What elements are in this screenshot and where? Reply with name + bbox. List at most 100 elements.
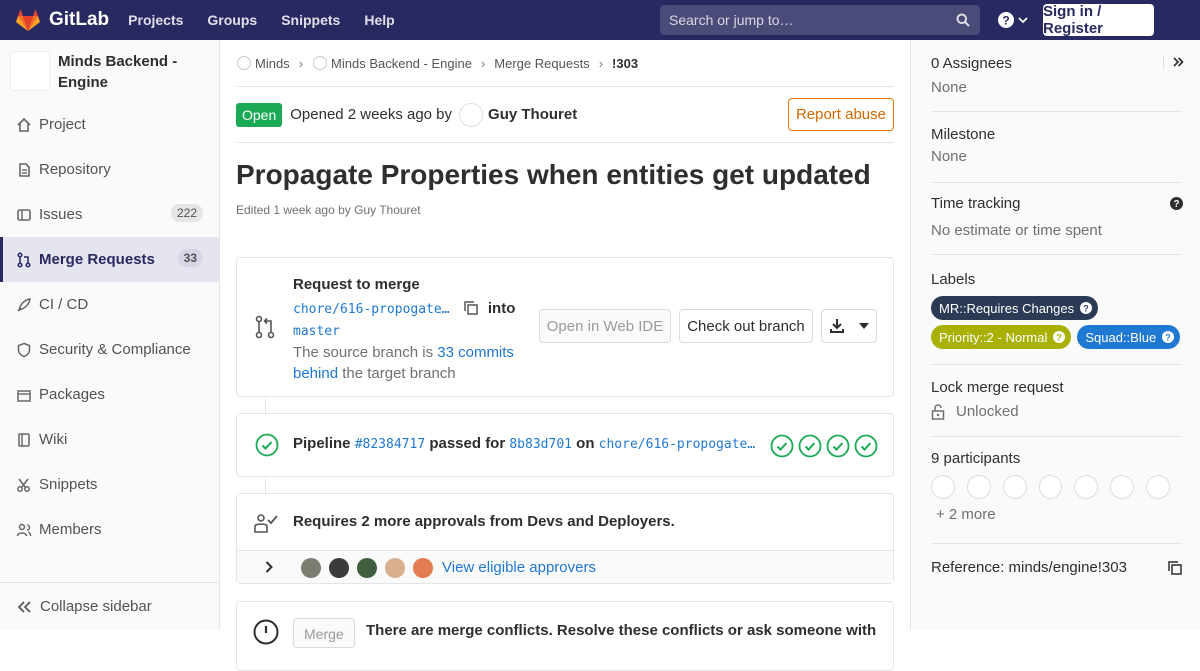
participant-avatar[interactable] bbox=[1038, 475, 1063, 499]
approver-avatar[interactable] bbox=[301, 558, 321, 578]
pipeline-branch-link[interactable]: chore/616-propogate… bbox=[599, 437, 756, 452]
nav-help[interactable]: Help bbox=[364, 12, 394, 28]
participant-avatar[interactable] bbox=[966, 475, 991, 499]
stage-success-icon[interactable] bbox=[826, 434, 850, 458]
sidebar-item-project[interactable]: Project bbox=[0, 102, 219, 147]
nav-groups[interactable]: Groups bbox=[207, 12, 257, 28]
book-icon bbox=[18, 433, 30, 447]
sign-in-button[interactable]: Sign in / Register bbox=[1043, 3, 1154, 37]
label-pill[interactable]: MR::Requires Changes? bbox=[931, 296, 1099, 320]
target-branch-link[interactable]: master bbox=[293, 324, 340, 339]
time-tracking-block: Time tracking No estimate or time spent … bbox=[931, 195, 1183, 255]
labels-list: MR::Requires Changes? bbox=[931, 296, 1182, 320]
sidebar-item-wiki[interactable]: Wiki bbox=[0, 417, 219, 462]
sidebar-item-members[interactable]: Members bbox=[0, 507, 219, 552]
download-icon bbox=[830, 319, 844, 333]
view-eligible-approvers-link[interactable]: View eligible approvers bbox=[442, 559, 596, 576]
label-pill[interactable]: Priority::2 - Normal? bbox=[931, 325, 1072, 349]
copy-icon[interactable] bbox=[1168, 561, 1182, 575]
commit-sha-link[interactable]: 8b83d701 bbox=[509, 437, 572, 452]
search-input[interactable]: Search or jump to… bbox=[660, 5, 980, 35]
search-placeholder: Search or jump to… bbox=[669, 12, 794, 28]
project-header[interactable]: Minds Backend - Engine bbox=[0, 40, 219, 102]
pipeline-label: Pipeline bbox=[293, 435, 351, 452]
breadcrumb-mr-id[interactable]: !303 bbox=[612, 56, 638, 71]
participant-avatar[interactable] bbox=[1110, 475, 1135, 499]
approver-avatar[interactable] bbox=[329, 558, 349, 578]
sidebar-item-label: Wiki bbox=[39, 431, 68, 448]
status-success-icon[interactable] bbox=[255, 433, 279, 457]
download-dropdown[interactable] bbox=[821, 309, 877, 343]
svg-text:?: ? bbox=[1057, 332, 1063, 342]
project-avatar-small bbox=[313, 56, 328, 70]
question-icon: ? bbox=[1162, 331, 1175, 343]
open-web-ide-button[interactable]: Open in Web IDE bbox=[539, 309, 671, 343]
help-icon[interactable]: ? bbox=[1170, 197, 1183, 210]
pipeline-id-link[interactable]: #82384717 bbox=[355, 437, 425, 452]
participant-avatar[interactable] bbox=[1146, 475, 1171, 499]
branch-info: chore/616-propogate… into master The sou… bbox=[293, 298, 523, 384]
sidebar-item-label: Repository bbox=[39, 161, 111, 178]
nav-projects[interactable]: Projects bbox=[128, 12, 183, 28]
participant-avatar[interactable] bbox=[931, 475, 955, 499]
participants-title: 9 participants bbox=[931, 450, 1021, 467]
collapse-right-sidebar-button[interactable] bbox=[1163, 56, 1184, 68]
author-avatar[interactable] bbox=[459, 102, 484, 127]
nav-snippets[interactable]: Snippets bbox=[281, 12, 340, 28]
breadcrumb-minds[interactable]: Minds bbox=[255, 56, 290, 71]
breadcrumb-merge-requests[interactable]: Merge Requests bbox=[494, 56, 589, 71]
scissors-icon bbox=[17, 478, 30, 492]
project-avatar bbox=[10, 51, 50, 91]
collapse-sidebar-button[interactable]: Collapse sidebar bbox=[0, 582, 219, 630]
gitlab-fox-icon bbox=[16, 9, 40, 31]
home-icon bbox=[17, 117, 31, 132]
timeline-connector bbox=[265, 397, 266, 413]
label-text: Squad::Blue bbox=[1085, 329, 1157, 345]
lock-value: Unlocked bbox=[956, 403, 1019, 420]
more-participants-link[interactable]: + 2 more bbox=[936, 506, 1182, 523]
merge-request-widget: Request to merge chore/616-propogate… in… bbox=[236, 257, 894, 397]
sidebar-item-merge-requests[interactable]: Merge Requests 33 bbox=[0, 237, 219, 282]
search-icon bbox=[956, 13, 970, 27]
sidebar-item-issues[interactable]: Issues 222 bbox=[0, 192, 219, 237]
check-out-branch-button[interactable]: Check out branch bbox=[679, 309, 813, 343]
approval-icon bbox=[254, 514, 278, 533]
right-sidebar: 0 Assignees None Milestone None Time tra… bbox=[910, 40, 1200, 630]
sidebar-item-ci-cd[interactable]: CI / CD bbox=[0, 282, 219, 327]
approver-avatar[interactable] bbox=[413, 558, 433, 578]
sidebar-item-label: Packages bbox=[39, 386, 105, 403]
merge-request-content: Minds › Minds Backend - Engine › Merge R… bbox=[236, 40, 894, 671]
request-to-merge-heading: Request to merge bbox=[293, 276, 420, 293]
stage-success-icon[interactable] bbox=[854, 434, 878, 458]
double-chevron-right-icon bbox=[1173, 57, 1184, 67]
label-pill[interactable]: Squad::Blue? bbox=[1077, 325, 1181, 349]
time-tracking-value: No estimate or time spent bbox=[931, 222, 1102, 239]
copy-branch-icon[interactable] bbox=[463, 301, 478, 315]
sidebar-item-snippets[interactable]: Snippets bbox=[0, 462, 219, 507]
page-title: Propagate Properties when entities get u… bbox=[236, 159, 871, 190]
participant-avatar[interactable] bbox=[1002, 475, 1027, 499]
source-branch-link[interactable]: chore/616-propogate… bbox=[293, 302, 450, 317]
report-abuse-button[interactable]: Report abuse bbox=[787, 98, 894, 131]
pipeline-widget: Pipeline #82384717 passed for 8b83d701 o… bbox=[236, 413, 894, 477]
help-dropdown[interactable]: ? bbox=[998, 12, 1028, 28]
label-text: Priority::2 - Normal bbox=[939, 329, 1048, 345]
labels-block: Labels MR::Requires Changes? Priority::2… bbox=[931, 271, 1182, 365]
approvers-row[interactable]: View eligible approvers bbox=[237, 550, 893, 583]
sidebar-item-repository[interactable]: Repository bbox=[0, 147, 219, 192]
breadcrumb-project[interactable]: Minds Backend - Engine bbox=[331, 56, 472, 71]
timeline-connector bbox=[265, 477, 266, 493]
merge-button-disabled[interactable]: Merge bbox=[293, 618, 355, 648]
sidebar-item-packages[interactable]: Packages bbox=[0, 372, 219, 417]
participant-avatar[interactable] bbox=[1074, 475, 1099, 499]
approvals-widget: Requires 2 more approvals from Devs and … bbox=[236, 493, 894, 584]
sidebar-item-security[interactable]: Security & Compliance bbox=[0, 327, 219, 372]
chevron-right-icon[interactable] bbox=[265, 561, 273, 573]
stage-success-icon[interactable] bbox=[798, 434, 822, 458]
reference-block: Reference: minds/engine!303 bbox=[931, 559, 1182, 589]
approver-avatar[interactable] bbox=[357, 558, 377, 578]
author-link[interactable]: Guy Thouret bbox=[488, 106, 577, 123]
gitlab-logo[interactable]: GitLab bbox=[15, 0, 109, 40]
approver-avatar[interactable] bbox=[385, 558, 405, 578]
stage-success-icon[interactable] bbox=[770, 434, 794, 458]
